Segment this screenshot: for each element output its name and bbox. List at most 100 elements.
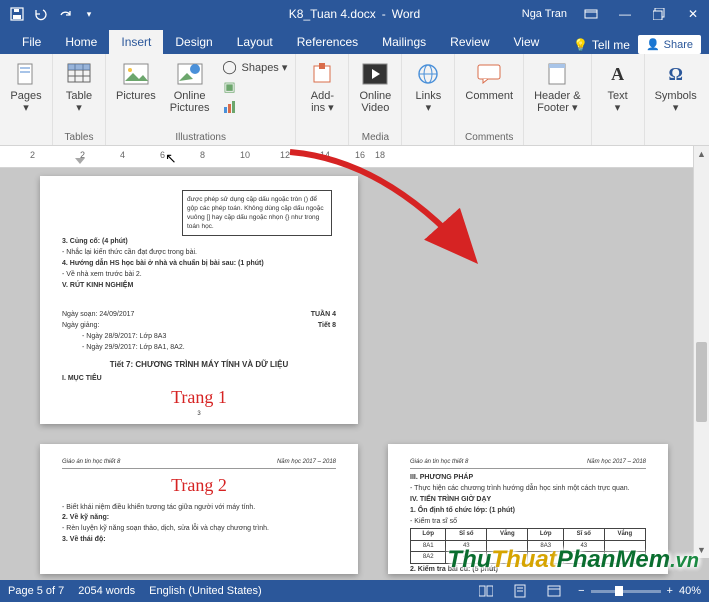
filename: K8_Tuan 4.docx <box>289 7 376 21</box>
text-button[interactable]: A Text▾ <box>598 58 638 116</box>
annotation-trang2: Trang 2 <box>62 473 336 498</box>
ribbon-display-icon[interactable] <box>575 0 607 28</box>
pages-button[interactable]: Pages▾ <box>6 58 46 116</box>
scroll-thumb[interactable] <box>696 342 707 422</box>
web-layout-icon[interactable] <box>544 585 564 597</box>
zoom-out-button[interactable]: − <box>578 585 584 597</box>
group-headerfooter: Header & Footer ▾ <box>524 54 591 145</box>
minimize-icon[interactable]: — <box>609 0 641 28</box>
smartart-icon: ▣ <box>222 79 238 95</box>
zoom-in-button[interactable]: + <box>667 585 673 597</box>
group-label: Media <box>362 130 389 145</box>
document-page[interactable]: Giáo án tin học thiết 8Năm học 2017 – 20… <box>40 444 358 574</box>
group-illustrations: Pictures Online Pictures ◯Shapes ▾ ▣ Ill… <box>106 54 296 145</box>
links-button[interactable]: Links▾ <box>408 58 448 116</box>
redo-icon[interactable] <box>54 3 76 25</box>
symbols-button[interactable]: Ω Symbols▾ <box>651 58 701 116</box>
tab-home[interactable]: Home <box>53 30 109 54</box>
pictures-icon <box>122 60 150 88</box>
tell-me[interactable]: 💡 Tell me <box>573 38 630 52</box>
online-video-button[interactable]: Online Video <box>355 58 395 116</box>
pictures-button[interactable]: Pictures <box>112 58 160 104</box>
language-indicator[interactable]: English (United States) <box>149 585 262 597</box>
zoom-slider-thumb[interactable] <box>615 586 623 596</box>
tab-layout[interactable]: Layout <box>225 30 285 54</box>
group-comments: Comment Comments <box>455 54 524 145</box>
user-name[interactable]: Nga Tran <box>516 8 573 20</box>
addins-button[interactable]: Add- ins ▾ <box>302 58 342 116</box>
smartart-button[interactable]: ▣ <box>220 78 290 96</box>
chart-button[interactable] <box>220 98 290 116</box>
group-links: Links▾ <box>402 54 455 145</box>
read-mode-icon[interactable] <box>476 585 496 597</box>
tab-mailings[interactable]: Mailings <box>370 30 438 54</box>
video-icon <box>361 60 389 88</box>
links-icon <box>414 60 442 88</box>
symbols-icon: Ω <box>662 60 690 88</box>
ribbon: Pages▾ Table▾ Tables Pictures Online Pic… <box>0 54 709 146</box>
comment-icon <box>475 60 503 88</box>
save-icon[interactable] <box>6 3 28 25</box>
group-text: A Text▾ <box>592 54 645 145</box>
document-title: K8_Tuan 4.docx - Word <box>289 7 420 21</box>
group-label: Illustrations <box>175 130 226 145</box>
app-name: Word <box>392 7 420 21</box>
vertical-scrollbar[interactable]: ▲ ▼ <box>693 146 709 558</box>
shapes-button[interactable]: ◯Shapes ▾ <box>220 58 290 76</box>
restore-icon[interactable] <box>643 0 675 28</box>
tab-design[interactable]: Design <box>163 30 224 54</box>
comment-button[interactable]: Comment <box>461 58 517 104</box>
group-pages: Pages▾ <box>0 54 53 145</box>
table-icon <box>65 60 93 88</box>
tab-file[interactable]: File <box>10 30 53 54</box>
header-footer-icon <box>543 60 571 88</box>
group-label: Comments <box>465 130 513 145</box>
print-layout-icon[interactable] <box>510 584 530 598</box>
chart-icon <box>222 99 238 115</box>
share-button[interactable]: 👤 Share <box>638 35 701 54</box>
group-symbols: Ω Symbols▾ <box>645 54 707 145</box>
group-label <box>25 130 28 145</box>
zoom-level[interactable]: 40% <box>679 585 701 597</box>
lightbulb-icon: 💡 <box>573 38 588 52</box>
group-tables: Table▾ Tables <box>53 54 106 145</box>
annotation-trang1: Trang 1 <box>62 385 336 410</box>
share-icon: 👤 <box>646 38 660 51</box>
tab-review[interactable]: Review <box>438 30 501 54</box>
addins-icon <box>308 60 336 88</box>
watermark: ThuThuatPhanMem.vn <box>447 546 699 574</box>
scroll-up-icon[interactable]: ▲ <box>694 146 709 162</box>
shapes-icon: ◯ <box>222 59 238 75</box>
ribbon-tabs: File Home Insert Design Layout Reference… <box>0 28 709 54</box>
tab-insert[interactable]: Insert <box>109 30 163 54</box>
tab-view[interactable]: View <box>502 30 552 54</box>
page-indicator[interactable]: Page 5 of 7 <box>8 585 64 597</box>
undo-icon[interactable] <box>30 3 52 25</box>
document-page[interactable]: được phép sử dụng cặp dấu ngoặc tròn () … <box>40 176 358 424</box>
status-bar: Page 5 of 7 2054 words English (United S… <box>0 580 709 602</box>
horizontal-ruler[interactable]: 2 2 4 6 8 10 12 14 16 18 ↖ <box>0 146 709 168</box>
mouse-cursor-icon: ↖ <box>165 150 177 167</box>
text-icon: A <box>604 60 632 88</box>
window-controls: Nga Tran — ✕ <box>516 0 709 28</box>
indent-marker-icon[interactable] <box>75 158 85 168</box>
word-count[interactable]: 2054 words <box>78 585 135 597</box>
online-pictures-icon <box>176 60 204 88</box>
scroll-track[interactable] <box>694 162 709 542</box>
qat-customize-icon[interactable]: ▾ <box>78 3 100 25</box>
pages-icon <box>12 60 40 88</box>
group-label: Tables <box>65 130 94 145</box>
group-addins: Add- ins ▾ <box>296 54 349 145</box>
zoom-slider[interactable] <box>591 590 661 593</box>
tab-references[interactable]: References <box>285 30 370 54</box>
text-box[interactable]: được phép sử dụng cặp dấu ngoặc tròn () … <box>182 190 332 236</box>
online-pictures-button[interactable]: Online Pictures <box>166 58 214 116</box>
zoom-control: − + 40% <box>578 585 701 597</box>
document-area[interactable]: được phép sử dụng cặp dấu ngoặc tròn () … <box>0 168 709 580</box>
close-icon[interactable]: ✕ <box>677 0 709 28</box>
quick-access-toolbar: ▾ <box>0 3 100 25</box>
group-media: Online Video Media <box>349 54 402 145</box>
header-footer-button[interactable]: Header & Footer ▾ <box>530 58 584 116</box>
title-bar: ▾ K8_Tuan 4.docx - Word Nga Tran — ✕ <box>0 0 709 28</box>
table-button[interactable]: Table▾ <box>59 58 99 116</box>
